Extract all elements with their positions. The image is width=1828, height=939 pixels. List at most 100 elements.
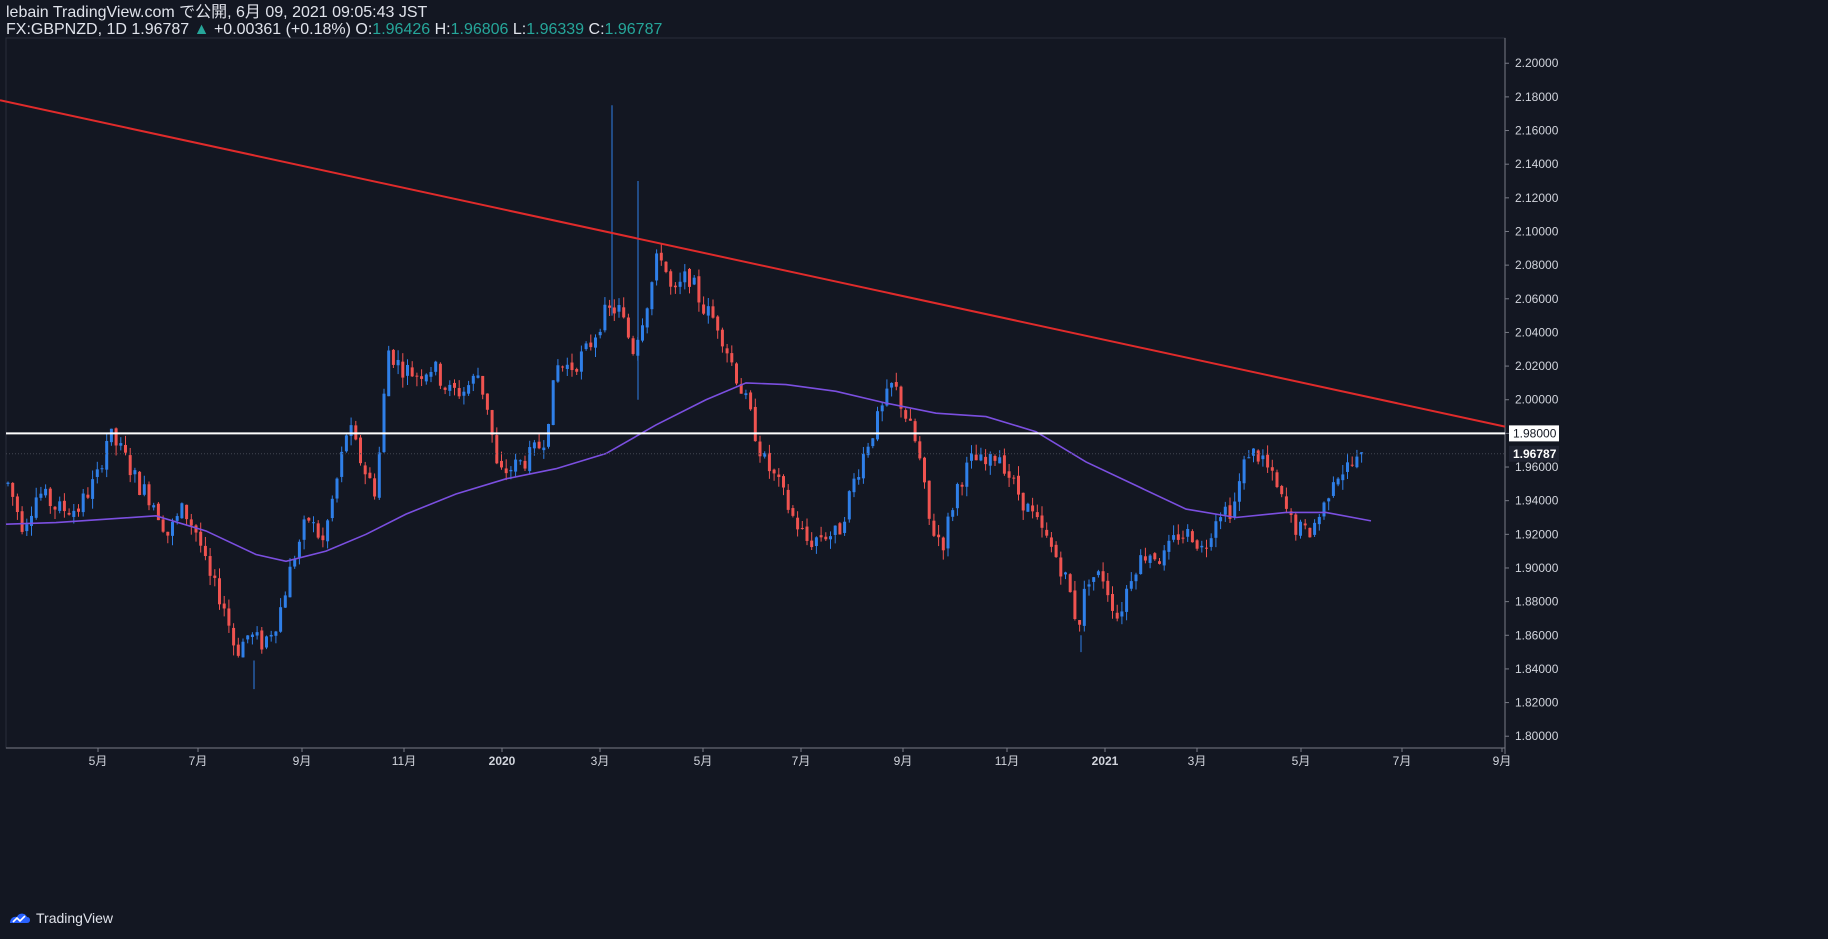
candle-body [669,271,673,287]
candle-body [1336,478,1340,485]
candle-body [500,460,503,468]
candle-body [946,516,950,549]
candle-body [725,348,729,354]
candle-body [1308,527,1312,538]
candle-body [960,484,964,487]
candle-body [796,517,800,530]
candle-body [927,480,931,519]
candle-body [1087,584,1091,587]
candle-body [1181,537,1185,539]
candle-body [189,519,193,526]
candle-body [11,482,15,497]
candle-body [1200,545,1204,548]
candle-body [1082,588,1086,626]
drawn-lines [0,99,1506,455]
candle-body [556,365,560,382]
candle-body [1252,448,1255,456]
candle-body [1059,557,1063,577]
candle-body [255,632,259,636]
time-tick-label: 5月 [1292,754,1311,768]
plot-frame [5,37,1506,749]
candle-body [904,410,908,419]
candle-body [279,607,283,632]
candle-body [1205,547,1208,549]
candle-body [1275,472,1279,488]
price-tick-label: 2.10000 [1515,224,1559,238]
time-tick-label: 2021 [1092,754,1119,768]
time-tick-label: 9月 [1493,754,1512,768]
time-tick-label: 11月 [392,754,416,768]
candle-body [819,535,823,538]
candle-body [241,641,245,658]
candle-body [39,493,43,498]
candle-body [1350,464,1354,466]
candle-body [1092,577,1096,582]
candle-body [561,366,565,368]
candle-body [340,451,344,477]
candle-body [448,384,452,391]
candle-body [551,380,555,426]
price-tick-label: 1.94000 [1515,494,1559,508]
candle-body [735,363,738,384]
candle-body [664,261,668,272]
candle-body [265,636,268,648]
candle-body [1111,593,1114,611]
candle-body [1209,538,1213,547]
candle-body [744,393,748,396]
time-tick-label: 9月 [894,754,913,768]
last-price-label: 1.96787 [1513,447,1557,461]
time-tick-label: 3月 [1188,754,1207,768]
candle-body [1190,531,1194,543]
candle-body [923,457,926,483]
price-tick-label: 1.96000 [1515,460,1559,474]
candle-body [720,329,724,347]
candle-body [1064,572,1067,575]
price-tick-label: 1.86000 [1515,628,1559,642]
candle-body [100,468,104,470]
candle-body [847,491,851,520]
candle-body [326,520,330,542]
candle-body [1331,482,1335,496]
footer-brand[interactable]: TradingView [8,910,113,926]
candle-body [185,504,189,520]
time-tick-label: 3月 [591,754,610,768]
candle-body [894,382,898,387]
candle-body [1035,512,1039,518]
time-tick-label: 11月 [995,754,1019,768]
candle-body [166,531,170,536]
candle-body [283,595,287,608]
chart-grid [5,37,1506,754]
candle-body [180,503,184,519]
candle-body [688,268,691,287]
candle-body [1247,457,1251,459]
candle-body [344,435,348,452]
level-price-label: 1.98000 [1513,426,1557,440]
candle-body [1223,506,1227,515]
candle-body [852,478,856,493]
candle-body [988,453,992,466]
time-tick-label: 9月 [293,754,312,768]
time-tick-label: 2020 [489,754,516,768]
candle-body [1106,580,1110,596]
candle-body [547,423,550,447]
candle-body [410,367,414,377]
candle-body [641,325,644,341]
price-tick-label: 1.90000 [1515,561,1559,575]
candle-body [970,453,973,461]
candle-body [673,285,677,288]
candle-body [579,351,583,372]
candle-body [993,455,997,461]
candle-body [335,478,339,499]
price-tick-label: 2.14000 [1515,157,1559,171]
candle-body [1120,611,1124,617]
candle-body [1049,537,1053,547]
candle-body [1280,486,1284,495]
candle-body [152,505,156,508]
price-chart[interactable]: 2.20000 2.18000 2.16000 2.14000 2.12000 2.100… [0,0,1828,939]
candle-body [1327,498,1331,502]
candle-body [1068,574,1072,593]
candle-body [800,527,804,529]
candle-body [391,349,395,365]
candle-body [1153,553,1157,560]
candle-body [1115,612,1119,619]
